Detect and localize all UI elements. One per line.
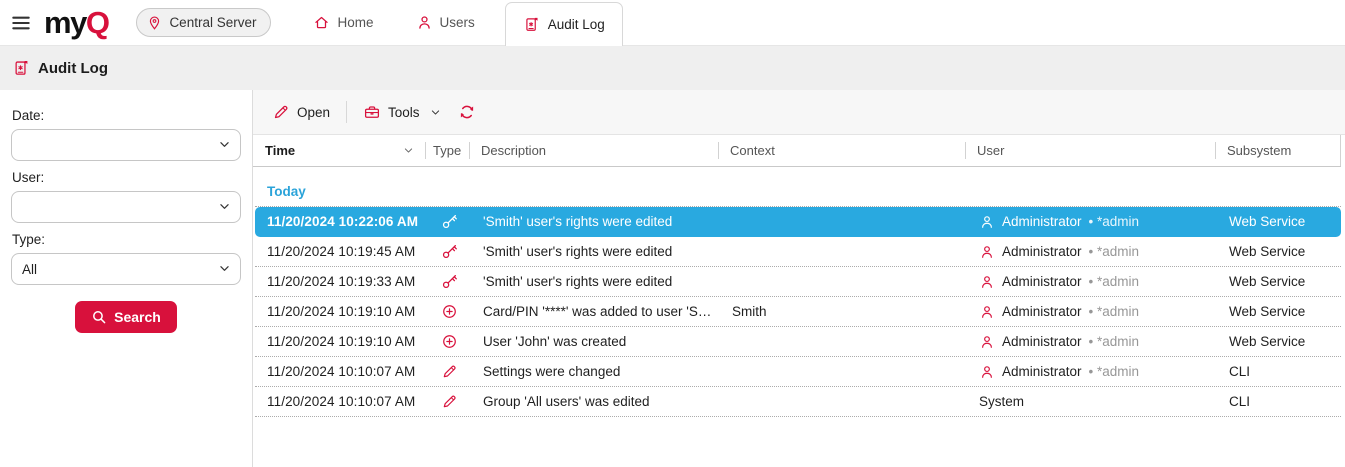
refresh-button[interactable] [450,97,484,127]
nav-item-users[interactable]: Users [416,14,475,31]
chevron-down-icon [429,106,442,119]
group-header-today: Today [255,167,1341,207]
key-icon [441,243,458,260]
table-row[interactable]: 11/20/2024 10:10:07 AM Settings were cha… [255,357,1341,387]
table-header: Time Type Description Context User Subsy… [253,135,1341,167]
central-server-button[interactable]: Central Server [136,8,271,37]
table-row[interactable]: 11/20/2024 10:19:45 AM 'Smith' user's ri… [255,237,1341,267]
column-header-time[interactable]: Time [253,135,425,166]
table-row[interactable]: 11/20/2024 10:19:33 AM 'Smith' user's ri… [255,267,1341,297]
table-row[interactable]: 11/20/2024 10:19:10 AM Card/PIN '****' w… [255,297,1341,327]
myq-logo[interactable]: myQ [44,7,108,38]
filter-sidebar: Date: User: Type: All Search [0,90,253,467]
type-filter-label: Type: [12,232,241,247]
type-filter: All [11,253,241,285]
user-filter [11,191,241,223]
sort-chevron-icon[interactable] [402,144,415,157]
add-circle-icon [441,333,458,350]
users-icon [416,14,433,31]
user-select[interactable] [11,191,241,223]
search-button[interactable]: Search [75,301,177,333]
audit-log-icon [523,16,540,33]
audit-log-tab-label: Audit Log [548,17,605,32]
logo-text-black: my [44,7,86,38]
user-icon [979,274,995,290]
nav-item-home[interactable]: Home [313,14,373,31]
user-icon [979,214,995,230]
page-header: Audit Log [0,45,1345,90]
user-icon [979,304,995,320]
toolbar-divider [346,101,347,123]
logo-text-red: Q [86,7,109,38]
hamburger-menu-icon[interactable] [10,12,32,34]
user-icon [979,244,995,260]
column-header-subsystem[interactable]: Subsystem [1215,135,1341,166]
toolbar: Open Tools [253,90,1345,135]
key-icon [441,213,458,230]
open-button[interactable]: Open [264,97,338,127]
home-icon [313,14,330,31]
column-header-user[interactable]: User [965,135,1215,166]
tab-audit-log[interactable]: Audit Log [505,2,623,46]
refresh-icon [458,103,476,121]
table-row[interactable]: 11/20/2024 10:10:07 AM Group 'All users'… [255,387,1341,417]
search-button-label: Search [114,309,161,325]
user-filter-label: User: [12,170,241,185]
main-panel: Open Tools Time Type Description Context… [253,90,1345,467]
type-select[interactable]: All [11,253,241,285]
audit-log-title-icon [12,59,30,77]
toolbox-icon [363,103,381,121]
tools-button-label: Tools [388,105,420,120]
column-header-context[interactable]: Context [718,135,965,166]
tools-dropdown-button[interactable]: Tools [355,97,450,127]
pencil-icon [272,103,290,121]
user-icon [979,334,995,350]
table-row[interactable]: 11/20/2024 10:22:06 AM 'Smith' user's ri… [255,207,1341,237]
key-icon [441,273,458,290]
date-filter [11,129,241,161]
page-title: Audit Log [38,60,108,77]
top-navbar: myQ Central Server Home Users Audit Log [0,0,1345,45]
users-label: Users [440,15,475,30]
search-icon [91,309,107,325]
date-select[interactable] [11,129,241,161]
pencil-icon [441,393,458,410]
central-server-label: Central Server [169,15,256,30]
user-icon [979,364,995,380]
table-row[interactable]: 11/20/2024 10:19:10 AM User 'John' was c… [255,327,1341,357]
home-label: Home [337,15,373,30]
column-header-type[interactable]: Type [425,135,469,166]
location-pin-icon [146,14,163,31]
column-header-description[interactable]: Description [469,135,718,166]
open-button-label: Open [297,105,330,120]
add-circle-icon [441,303,458,320]
date-filter-label: Date: [12,108,241,123]
pencil-icon [441,363,458,380]
table-body: Today 11/20/2024 10:22:06 AM 'Smith' use… [255,167,1341,417]
